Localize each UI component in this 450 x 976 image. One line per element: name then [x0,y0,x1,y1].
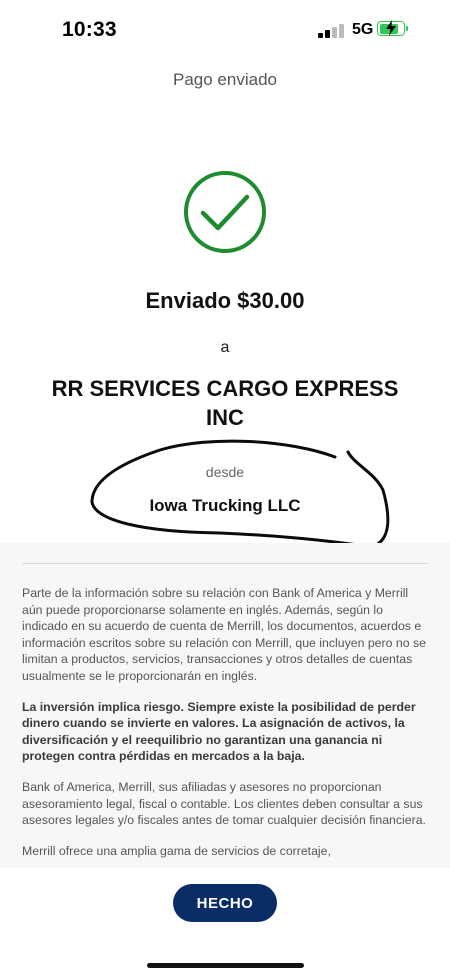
from-account-name: Iowa Trucking LLC [149,496,301,515]
cellular-signal-icon [318,24,346,38]
disclosure-paragraph: Parte de la información sobre su relació… [22,586,426,683]
footer: HECHO [0,868,450,976]
battery-charging-icon [377,20,408,37]
network-type: 5G [352,21,374,38]
divider [22,563,428,564]
sent-amount: Enviado $30.00 [145,288,305,313]
from-label: desde [205,464,245,480]
disclosure-text: Parte de la información sobre su relació… [22,585,430,868]
status-bar: 10:33 5G [0,0,450,60]
checkmark-circle-icon [184,171,266,253]
disclosure-paragraph: La inversión implica riesgo. Siempre exi… [22,699,416,764]
hand-drawn-scribble [90,439,390,549]
home-indicator[interactable] [147,963,304,968]
disclosure-paragraph: Bank of America, Merrill, sus afiliadas … [22,779,426,828]
to-label: a [220,339,230,356]
disclosure-paragraph: Merrill ofrece una amplia gama de servic… [22,843,331,858]
page-title: Pago enviado [173,70,277,89]
recipient-name: RR SERVICES CARGO EXPRESS INC [51,376,399,430]
status-time: 10:33 [62,18,117,41]
done-button[interactable]: HECHO [173,884,277,922]
disclosure-panel[interactable]: Parte de la información sobre su relació… [0,543,450,868]
